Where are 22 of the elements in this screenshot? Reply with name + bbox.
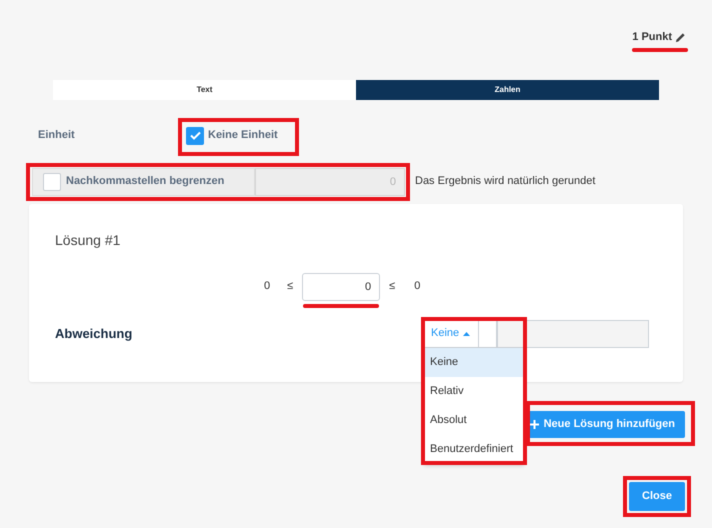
field-label: Abweichung: [55, 324, 134, 343]
caret-up-icon: [463, 332, 470, 336]
pencil-icon[interactable]: [675, 32, 686, 43]
field-label: Einheit: [38, 128, 76, 144]
points-label: 1 Punkt: [632, 30, 672, 45]
plus-icon: [530, 420, 539, 428]
select-addon: [479, 320, 497, 348]
hint-text: Das Ergebnis wird natürlich gerundet: [415, 174, 596, 190]
value-input[interactable]: 0: [302, 272, 380, 300]
less-equal-sign: ≤: [287, 279, 294, 294]
check-icon: [190, 131, 200, 140]
checkbox-label: Keine Einheit: [208, 128, 278, 144]
tab[interactable]: Zahlen: [356, 80, 659, 100]
less-equal-sign: ≤: [389, 279, 396, 294]
solution-title: Lösung #1: [55, 230, 122, 250]
upper-bound: 0: [414, 279, 420, 294]
lower-bound: 0: [264, 279, 270, 294]
checkbox-label: Nachkommastellen begrenzen: [66, 174, 224, 190]
checkbox[interactable]: [186, 126, 204, 144]
deviation-input[interactable]: [497, 320, 649, 348]
tab[interactable]: Text: [53, 80, 356, 100]
menu-item[interactable]: Keine: [424, 348, 524, 376]
